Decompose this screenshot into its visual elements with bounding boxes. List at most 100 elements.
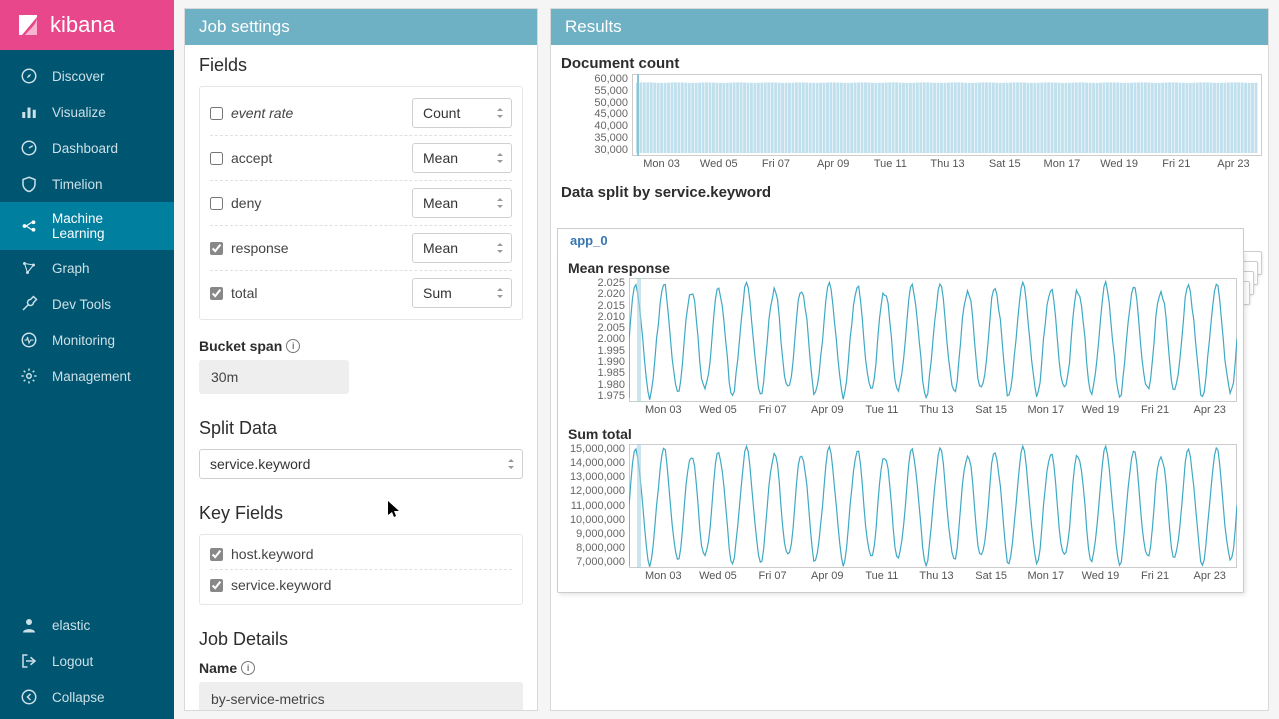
collapse-icon bbox=[20, 688, 38, 706]
field-checkbox[interactable] bbox=[210, 197, 223, 210]
info-icon[interactable]: i bbox=[241, 661, 255, 675]
job-details-heading: Job Details bbox=[199, 629, 523, 650]
field-label[interactable]: deny bbox=[231, 195, 261, 211]
field-checkbox[interactable] bbox=[210, 242, 223, 255]
user-icon bbox=[20, 616, 38, 634]
key-fields-box: host.keyword service.keyword bbox=[199, 534, 523, 605]
split-data-heading: Split Data bbox=[199, 418, 523, 439]
sidebar-item-label: Visualize bbox=[52, 105, 106, 120]
sidebar-item-logout[interactable]: Logout bbox=[0, 643, 174, 679]
gauge-icon bbox=[20, 139, 38, 157]
ml-icon bbox=[20, 217, 38, 235]
shield-icon bbox=[20, 175, 38, 193]
logout-icon bbox=[20, 652, 38, 670]
chart-title: Mean response bbox=[560, 260, 1237, 276]
key-field-row: service.keyword bbox=[210, 570, 512, 600]
field-agg-select[interactable]: Mean bbox=[412, 233, 512, 263]
sum-total-plot[interactable] bbox=[629, 444, 1237, 568]
key-field-checkbox[interactable] bbox=[210, 548, 223, 561]
compass-icon bbox=[20, 67, 38, 85]
bucket-span-label: Bucket span i bbox=[199, 338, 523, 354]
field-agg-select[interactable]: Count bbox=[412, 98, 512, 128]
sidebar-item-user[interactable]: elastic bbox=[0, 607, 174, 643]
field-checkbox[interactable] bbox=[210, 287, 223, 300]
field-row-response: response Mean bbox=[210, 226, 512, 271]
x-axis: Mon 03Wed 05Fri 07Apr 09Tue 11Thu 13Sat … bbox=[636, 570, 1237, 582]
sidebar-item-machine-learning[interactable]: Machine Learning bbox=[0, 202, 174, 250]
split-stack: app_4 app_3 app_2 app_1 app_0 Mean respo… bbox=[557, 251, 1262, 593]
mean-response-plot[interactable] bbox=[629, 278, 1237, 402]
key-field-row: host.keyword bbox=[210, 539, 512, 570]
kibana-logo-icon bbox=[16, 13, 40, 37]
bucket-span-input[interactable] bbox=[199, 360, 349, 394]
doc-count-plot[interactable] bbox=[632, 74, 1262, 156]
sidebar-item-collapse[interactable]: Collapse bbox=[0, 679, 174, 715]
sidebar-bottom: elastic Logout Collapse bbox=[0, 607, 174, 719]
x-axis: Mon 03Wed 05Fri 07Apr 09Tue 11Thu 13Sat … bbox=[633, 158, 1262, 170]
field-label[interactable]: total bbox=[231, 285, 257, 301]
sidebar-item-label: Collapse bbox=[52, 690, 105, 705]
y-axis: 15,000,00014,000,00013,000,00012,000,000… bbox=[560, 444, 629, 568]
sidebar-item-label: Logout bbox=[52, 654, 93, 669]
split-front-card: app_0 Mean response 2.0252.0202.0152.010… bbox=[557, 251, 1244, 593]
sidebar-item-discover[interactable]: Discover bbox=[0, 58, 174, 94]
field-label[interactable]: event rate bbox=[231, 105, 293, 121]
field-agg-select[interactable]: Sum bbox=[412, 278, 512, 308]
sidebar-item-monitoring[interactable]: Monitoring bbox=[0, 322, 174, 358]
field-label[interactable]: response bbox=[231, 240, 289, 256]
job-settings-panel: Job settings Fields event rate Count acc… bbox=[184, 8, 538, 711]
sidebar-item-visualize[interactable]: Visualize bbox=[0, 94, 174, 130]
heartbeat-icon bbox=[20, 331, 38, 349]
sidebar-item-management[interactable]: Management bbox=[0, 358, 174, 394]
sidebar: kibana Discover Visualize Dashboard Time… bbox=[0, 0, 174, 719]
key-field-label[interactable]: service.keyword bbox=[231, 577, 331, 593]
gear-icon bbox=[20, 367, 38, 385]
y-axis: 2.0252.0202.0152.0102.0052.0001.9951.990… bbox=[560, 278, 629, 402]
job-name-input[interactable] bbox=[199, 682, 523, 710]
sidebar-item-label: elastic bbox=[52, 618, 90, 633]
sidebar-item-label: Management bbox=[52, 369, 131, 384]
results-header: Results bbox=[551, 9, 1268, 45]
sidebar-item-dashboard[interactable]: Dashboard bbox=[0, 130, 174, 166]
graph-icon bbox=[20, 259, 38, 277]
field-checkbox[interactable] bbox=[210, 107, 223, 120]
sidebar-item-label: Timelion bbox=[52, 177, 103, 192]
results-panel: Results Document count 60,00055,00050,00… bbox=[550, 8, 1269, 711]
key-field-label[interactable]: host.keyword bbox=[231, 546, 313, 562]
sidebar-item-dev-tools[interactable]: Dev Tools bbox=[0, 286, 174, 322]
key-field-checkbox[interactable] bbox=[210, 579, 223, 592]
bar-chart-icon bbox=[20, 103, 38, 121]
split-data-select[interactable]: service.keyword bbox=[199, 449, 523, 479]
chart-title: Document count bbox=[557, 55, 1262, 72]
key-fields-heading: Key Fields bbox=[199, 503, 523, 524]
sidebar-item-label: Monitoring bbox=[52, 333, 115, 348]
sidebar-item-label: Dev Tools bbox=[52, 297, 111, 312]
nav: Discover Visualize Dashboard Timelion Ma… bbox=[0, 50, 174, 394]
info-icon[interactable]: i bbox=[286, 339, 300, 353]
x-axis: Mon 03Wed 05Fri 07Apr 09Tue 11Thu 13Sat … bbox=[636, 404, 1237, 416]
y-axis: 60,00055,00050,00045,00040,00035,00030,0… bbox=[557, 74, 632, 156]
field-checkbox[interactable] bbox=[210, 152, 223, 165]
sidebar-item-timelion[interactable]: Timelion bbox=[0, 166, 174, 202]
field-row-total: total Sum bbox=[210, 271, 512, 315]
field-label[interactable]: accept bbox=[231, 150, 272, 166]
split-tab-active[interactable]: app_0 bbox=[557, 228, 1244, 252]
document-count-chart: Document count 60,00055,00050,00045,0004… bbox=[557, 55, 1262, 170]
field-row-accept: accept Mean bbox=[210, 136, 512, 181]
sidebar-item-label: Discover bbox=[52, 69, 105, 84]
field-row-event-rate: event rate Count bbox=[210, 91, 512, 136]
sidebar-item-graph[interactable]: Graph bbox=[0, 250, 174, 286]
sidebar-item-label: Machine Learning bbox=[52, 211, 154, 241]
wrench-icon bbox=[20, 295, 38, 313]
sidebar-item-label: Graph bbox=[52, 261, 90, 276]
brand-text: kibana bbox=[50, 12, 115, 38]
job-name-label: Name i bbox=[199, 660, 523, 676]
job-settings-header: Job settings bbox=[185, 9, 537, 45]
fields-box: event rate Count accept Mean deny Mean bbox=[199, 86, 523, 320]
field-agg-select[interactable]: Mean bbox=[412, 188, 512, 218]
logo-bar[interactable]: kibana bbox=[0, 0, 174, 50]
field-row-deny: deny Mean bbox=[210, 181, 512, 226]
field-agg-select[interactable]: Mean bbox=[412, 143, 512, 173]
main-content: Job settings Fields event rate Count acc… bbox=[174, 0, 1279, 719]
chart-title: Sum total bbox=[560, 426, 1237, 442]
